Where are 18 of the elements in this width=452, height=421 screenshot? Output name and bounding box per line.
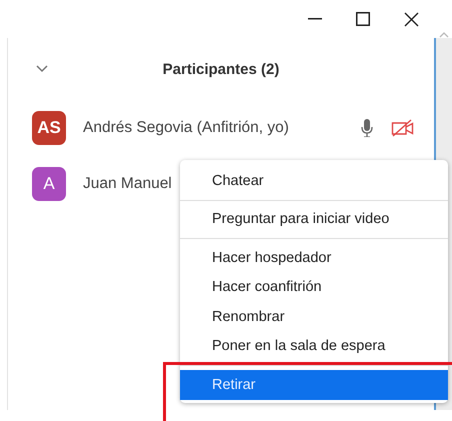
- menu-item[interactable]: Hacer coanfitrión: [180, 272, 448, 302]
- avatar: AS: [32, 111, 66, 145]
- close-icon: [404, 12, 418, 26]
- menu-item[interactable]: Hacer hospedador: [180, 243, 448, 272]
- maximize-icon: [356, 12, 370, 26]
- avatar: A: [32, 167, 66, 201]
- menu-item[interactable]: Retirar: [180, 370, 448, 400]
- menu-item[interactable]: Preguntar para iniciar video: [180, 204, 448, 234]
- participant-name: Juan Manuel: [83, 175, 172, 193]
- microphone-icon[interactable]: [361, 119, 373, 137]
- menu-item[interactable]: Poner en la sala de espera: [180, 332, 448, 361]
- chevron-icon: [36, 65, 48, 73]
- menu-item[interactable]: Renombrar: [180, 302, 448, 332]
- minimize-icon: [308, 18, 322, 20]
- panel-title: Participantes (2): [162, 60, 280, 78]
- video-off-icon[interactable]: [391, 119, 414, 137]
- participant-name: Andrés Segovia (Anfitrión, yo): [83, 119, 289, 137]
- menu-item[interactable]: Chatear: [180, 166, 448, 196]
